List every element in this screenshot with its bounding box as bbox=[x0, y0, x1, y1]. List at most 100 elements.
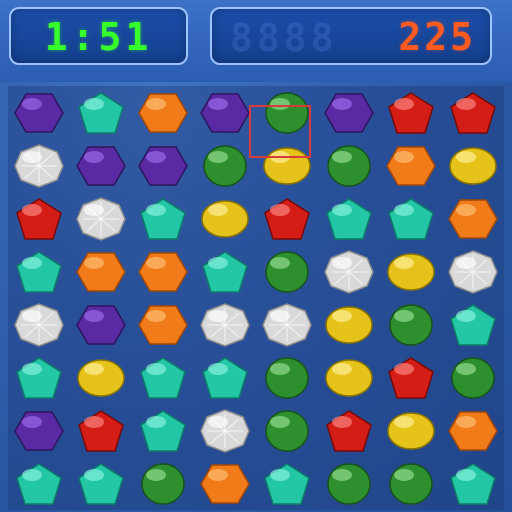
gem-cell[interactable] bbox=[256, 192, 318, 245]
gem-cell[interactable] bbox=[70, 192, 132, 245]
red-gem-icon bbox=[16, 197, 62, 240]
gem-cell[interactable] bbox=[256, 245, 318, 298]
gem-cell[interactable] bbox=[380, 245, 442, 298]
gem-cell[interactable] bbox=[194, 298, 256, 351]
gem-cell[interactable] bbox=[8, 298, 70, 351]
gem-cell[interactable] bbox=[256, 351, 318, 404]
teal-gem-icon bbox=[264, 462, 310, 505]
gem-cell[interactable] bbox=[8, 351, 70, 404]
gem-cell[interactable] bbox=[380, 139, 442, 192]
gem-cell[interactable] bbox=[256, 404, 318, 457]
gem-cell[interactable] bbox=[70, 86, 132, 139]
gem-cell[interactable] bbox=[194, 457, 256, 510]
gem-cell[interactable] bbox=[132, 86, 194, 139]
score-panel: 8888 225 bbox=[210, 7, 492, 65]
gem-cell[interactable] bbox=[442, 351, 504, 404]
gem-cell[interactable] bbox=[318, 86, 380, 139]
gem-cell[interactable] bbox=[380, 351, 442, 404]
gem-cell[interactable] bbox=[380, 298, 442, 351]
gem-cell[interactable] bbox=[380, 457, 442, 510]
gem-cell[interactable] bbox=[380, 404, 442, 457]
gem-cell[interactable] bbox=[70, 139, 132, 192]
gem-cell[interactable] bbox=[8, 404, 70, 457]
gem-cell[interactable] bbox=[442, 404, 504, 457]
white-gem-icon bbox=[448, 249, 498, 294]
gem-cell[interactable] bbox=[132, 139, 194, 192]
gem-cell[interactable] bbox=[70, 404, 132, 457]
gem-cell[interactable] bbox=[194, 86, 256, 139]
white-gem-icon bbox=[324, 249, 374, 294]
green-gem-icon bbox=[327, 144, 371, 187]
gem-cell[interactable] bbox=[318, 192, 380, 245]
gem-cell[interactable] bbox=[8, 139, 70, 192]
gem-cell[interactable] bbox=[318, 298, 380, 351]
gem-cell[interactable] bbox=[8, 245, 70, 298]
gem-cell[interactable] bbox=[256, 457, 318, 510]
gem-cell[interactable] bbox=[132, 457, 194, 510]
teal-gem-icon bbox=[202, 250, 248, 293]
orange-gem-icon bbox=[138, 92, 188, 133]
gem-cell[interactable] bbox=[442, 245, 504, 298]
purple-gem-icon bbox=[200, 92, 250, 133]
gem-cell[interactable] bbox=[132, 404, 194, 457]
red-gem-icon bbox=[78, 409, 124, 452]
gem-cell[interactable] bbox=[380, 192, 442, 245]
gem-cell[interactable] bbox=[318, 245, 380, 298]
teal-gem-icon bbox=[140, 356, 186, 399]
gem-cell[interactable] bbox=[442, 192, 504, 245]
green-gem-icon bbox=[451, 356, 495, 399]
timer-display: 1:51 bbox=[44, 15, 153, 59]
gem-cell[interactable] bbox=[8, 192, 70, 245]
score-display: 225 bbox=[398, 15, 476, 59]
gem-cell[interactable] bbox=[194, 404, 256, 457]
white-gem-icon bbox=[200, 408, 250, 453]
yellow-gem-icon bbox=[325, 358, 373, 397]
gem-cell[interactable] bbox=[132, 351, 194, 404]
gem-cell[interactable] bbox=[442, 139, 504, 192]
red-gem-icon bbox=[264, 197, 310, 240]
gem-cell[interactable] bbox=[442, 86, 504, 139]
gem-cell[interactable] bbox=[256, 298, 318, 351]
gem-cell[interactable] bbox=[132, 245, 194, 298]
gem-cell[interactable] bbox=[442, 457, 504, 510]
teal-gem-icon bbox=[16, 462, 62, 505]
gem-cell[interactable] bbox=[194, 192, 256, 245]
gem-cell[interactable] bbox=[70, 298, 132, 351]
gem-cell[interactable] bbox=[318, 139, 380, 192]
yellow-gem-icon bbox=[449, 146, 497, 185]
orange-gem-icon bbox=[138, 304, 188, 345]
gem-cell[interactable] bbox=[8, 457, 70, 510]
teal-gem-icon bbox=[78, 91, 124, 134]
gem-cell[interactable] bbox=[8, 86, 70, 139]
gem-cell[interactable] bbox=[318, 351, 380, 404]
white-gem-icon bbox=[262, 302, 312, 347]
gem-cell[interactable] bbox=[70, 245, 132, 298]
red-gem-icon bbox=[388, 91, 434, 134]
gem-cell[interactable] bbox=[318, 457, 380, 510]
gem-cell[interactable] bbox=[194, 245, 256, 298]
gem-cell[interactable] bbox=[132, 298, 194, 351]
selection-frame bbox=[249, 105, 311, 158]
timer-panel: 1:51 bbox=[9, 7, 188, 65]
gem-cell[interactable] bbox=[70, 457, 132, 510]
orange-gem-icon bbox=[138, 251, 188, 292]
yellow-gem-icon bbox=[77, 358, 125, 397]
teal-gem-icon bbox=[140, 409, 186, 452]
gem-cell[interactable] bbox=[442, 298, 504, 351]
green-gem-icon bbox=[265, 356, 309, 399]
white-gem-icon bbox=[14, 143, 64, 188]
gem-cell[interactable] bbox=[318, 404, 380, 457]
purple-gem-icon bbox=[76, 304, 126, 345]
gem-cell[interactable] bbox=[194, 139, 256, 192]
teal-gem-icon bbox=[450, 462, 496, 505]
orange-gem-icon bbox=[448, 410, 498, 451]
gem-cell[interactable] bbox=[380, 86, 442, 139]
purple-gem-icon bbox=[138, 145, 188, 186]
yellow-gem-icon bbox=[201, 199, 249, 238]
gem-cell[interactable] bbox=[194, 351, 256, 404]
orange-gem-icon bbox=[448, 198, 498, 239]
gem-cell[interactable] bbox=[70, 351, 132, 404]
gem-cell[interactable] bbox=[132, 192, 194, 245]
green-gem-icon bbox=[389, 303, 433, 346]
purple-gem-icon bbox=[76, 145, 126, 186]
